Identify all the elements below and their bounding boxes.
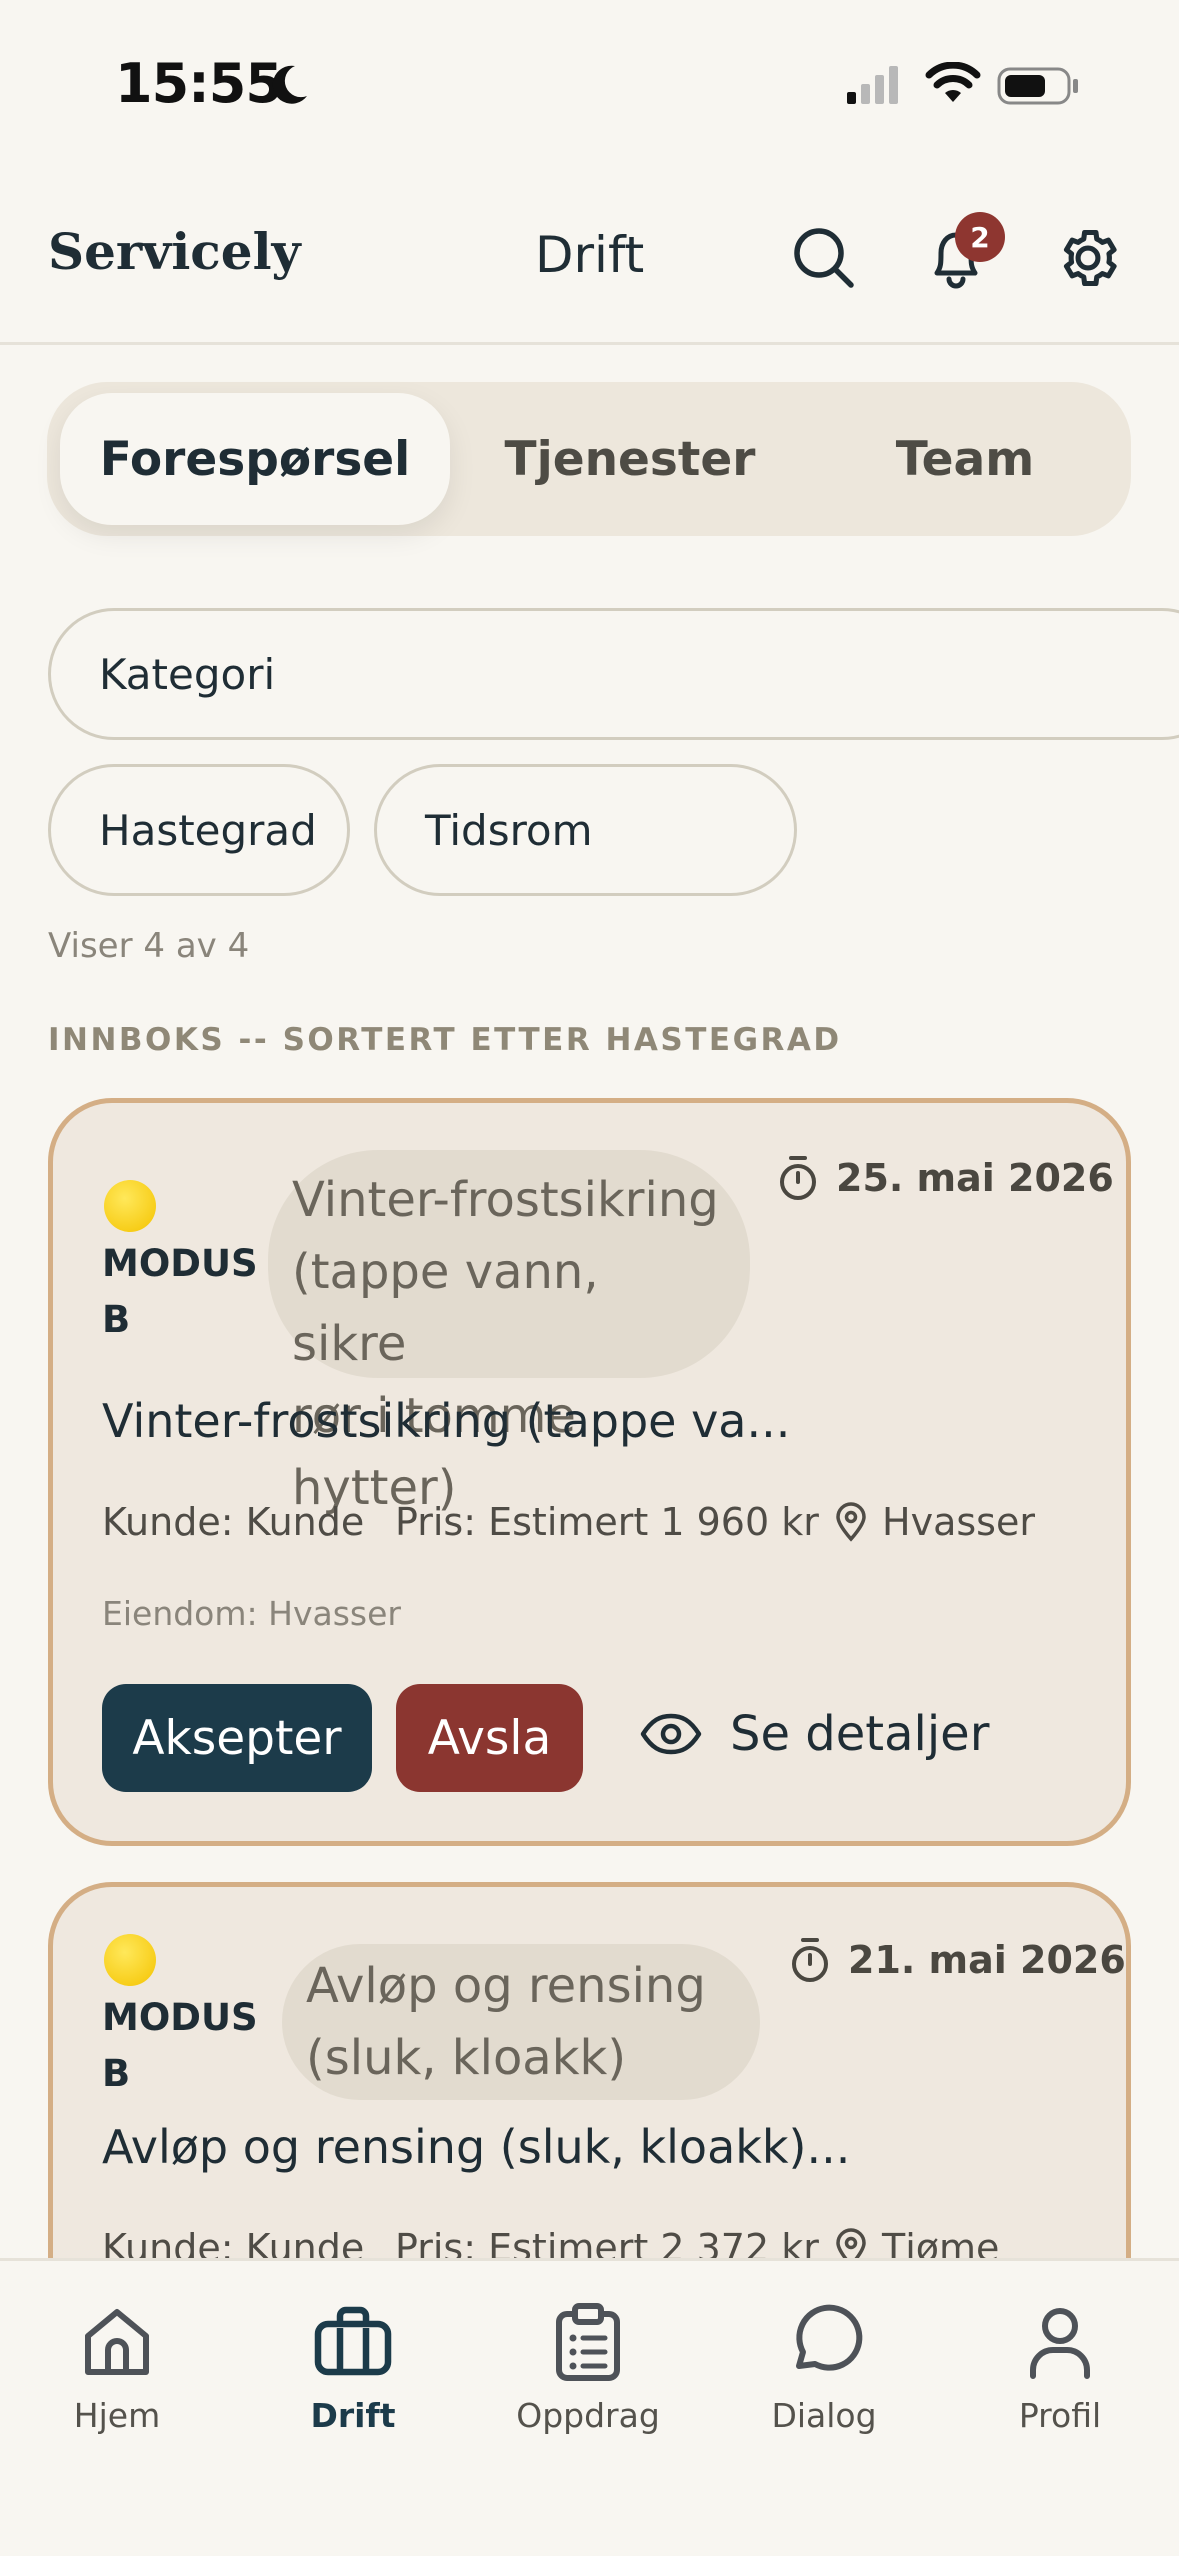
moon-icon — [272, 65, 307, 104]
accept-button[interactable]: Aksepter — [102, 1684, 372, 1792]
cellular-signal-icon — [847, 66, 898, 104]
customer-text: Kunde: Kunde — [102, 1500, 365, 1544]
search-button[interactable] — [786, 220, 862, 296]
eye-icon — [640, 1713, 702, 1755]
wifi-icon — [925, 62, 981, 102]
nav-oppdrag[interactable]: Oppdrag — [488, 2300, 688, 2435]
location-pin-icon — [836, 1502, 866, 1542]
request-date-text: 21. mai 2026 — [848, 1938, 1126, 1982]
request-title: Avløp og rensing (sluk, kloakk)... — [102, 2120, 851, 2174]
briefcase-icon — [314, 2306, 392, 2376]
modus-label: MODUS B — [102, 1996, 258, 2095]
chat-bubble-icon — [796, 2304, 863, 2371]
property-text: Eiendom: Hvasser — [102, 1594, 401, 1633]
result-count: Viser 4 av 4 — [48, 926, 250, 966]
app-brand: Servicely — [48, 222, 301, 281]
reject-button[interactable]: Avsla — [396, 1684, 583, 1792]
period-filter-label: Tidsrom — [425, 805, 593, 855]
status-time: 15:55 — [115, 52, 283, 115]
price-text: Pris: Estimert 1 960 kr — [395, 1500, 819, 1544]
nav-drift[interactable]: Drift — [253, 2300, 453, 2435]
header-divider — [0, 342, 1179, 345]
gear-icon — [1063, 229, 1117, 287]
request-date-text: 25. mai 2026 — [836, 1156, 1114, 1200]
category-chip: Avløp og rensing (sluk, kloakk) — [282, 1944, 760, 2100]
timer-icon — [780, 1156, 816, 1200]
see-details-button[interactable]: Se detaljer — [640, 1706, 989, 1762]
tab-tjenester[interactable]: Tjenester — [450, 393, 810, 525]
location-text: Hvasser — [834, 1500, 1035, 1544]
page-title: Drift — [535, 226, 645, 284]
section-label: INNBOKS -- SORTERT ETTER HASTEGRAD — [48, 1022, 842, 1058]
category-filter-label: Kategori — [99, 649, 276, 699]
battery-icon — [997, 67, 1078, 105]
user-icon — [1030, 2308, 1090, 2379]
tab-team[interactable]: Team — [810, 393, 1120, 525]
urgency-filter-label: Hastegrad — [99, 805, 317, 855]
timer-icon — [792, 1938, 828, 1982]
request-title: Vinter-frostsikring (tappe va... — [102, 1394, 791, 1448]
urgency-filter[interactable]: Hastegrad — [48, 764, 350, 896]
category-filter[interactable]: Kategori — [48, 608, 1179, 740]
category-chip: Vinter-frostsikring (tappe vann, sikre r… — [268, 1150, 750, 1516]
notification-badge: 2 — [955, 212, 1005, 262]
request-date: 21. mai 2026 — [788, 1936, 1126, 1984]
clipboard-icon — [556, 2303, 620, 2381]
home-icon — [85, 2309, 149, 2375]
modus-label: MODUS B — [102, 1242, 258, 1341]
urgency-dot — [104, 1934, 156, 1986]
settings-button[interactable] — [1050, 220, 1126, 296]
urgency-dot — [104, 1180, 156, 1232]
period-filter[interactable]: Tidsrom — [374, 764, 797, 896]
nav-profil[interactable]: Profil — [960, 2300, 1160, 2435]
search-icon — [794, 228, 854, 288]
nav-hjem[interactable]: Hjem — [17, 2300, 217, 2435]
tab-foresporsel[interactable]: Forespørsel — [60, 393, 450, 525]
request-date: 25. mai 2026 — [776, 1154, 1114, 1202]
nav-dialog[interactable]: Dialog — [724, 2300, 924, 2435]
